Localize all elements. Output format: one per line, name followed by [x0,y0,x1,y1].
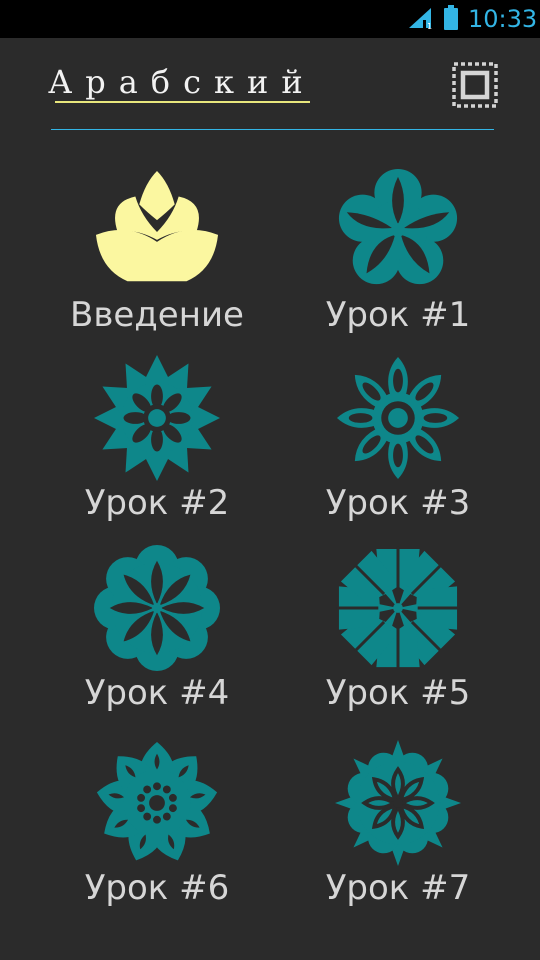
lesson-5-item[interactable]: Урок #5 [298,545,498,735]
frame-icon [452,62,498,108]
signal-icon: 1 [409,8,432,30]
lesson-1-item[interactable]: Урок #1 [298,167,498,357]
lesson-label: Урок #1 [325,295,471,335]
lesson-6-item[interactable]: Урок #6 [57,740,257,930]
lotus-icon [95,170,219,282]
lesson-intro-item[interactable]: Введение [57,167,257,357]
frame-menu-button[interactable] [448,58,502,112]
battery-icon [444,5,458,30]
lesson-label: Урок #6 [84,868,230,908]
title-underline [55,101,310,103]
flower-2-icon [94,355,220,481]
lesson-label: Введение [70,295,244,335]
lesson-label: Урок #2 [84,483,230,523]
lesson-2-item[interactable]: Урок #2 [57,355,257,545]
flower-1-icon [338,168,458,285]
flower-7-icon [335,740,461,866]
lesson-3-item[interactable]: Урок #3 [298,355,498,545]
header-divider [51,129,494,130]
lesson-4-item[interactable]: Урок #4 [57,545,257,735]
svg-text:1: 1 [427,22,432,30]
lesson-label: Урок #4 [84,673,230,713]
flower-6-icon [96,741,218,861]
flower-5-icon [336,546,460,670]
page-title: Арабский [48,63,316,101]
status-time: 10:33 [468,5,538,33]
lesson-label: Урок #5 [325,673,471,713]
lesson-label: Урок #3 [325,483,471,523]
status-bar: 1 10:33 [0,0,540,38]
lesson-7-item[interactable]: Урок #7 [298,740,498,930]
lesson-label: Урок #7 [325,868,471,908]
flower-4-icon [94,545,220,671]
flower-3-icon [336,356,460,480]
